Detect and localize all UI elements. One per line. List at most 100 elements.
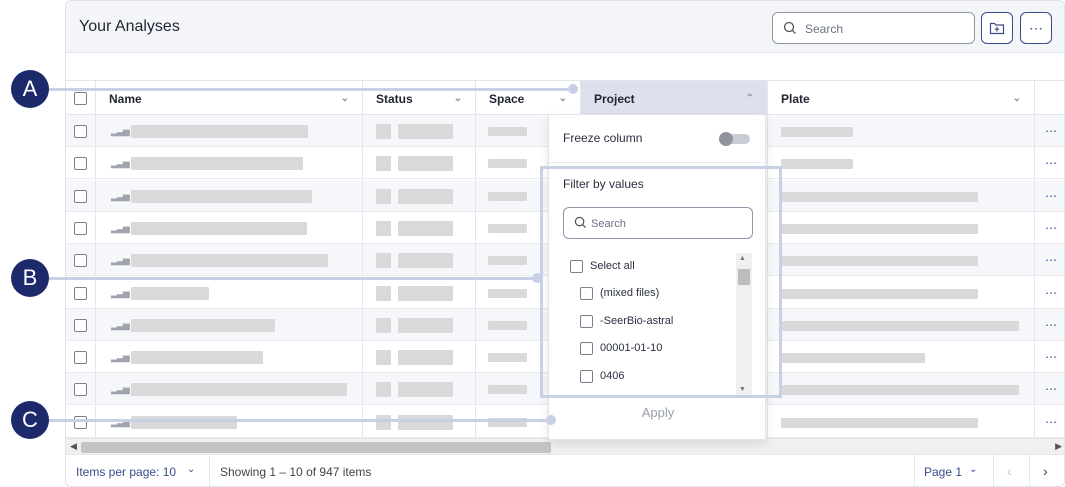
new-folder-button[interactable] — [981, 12, 1013, 44]
pagination-footer: Items per page: 10 ⌄ Showing 1 – 10 of 9… — [66, 454, 1064, 486]
callout-b-line — [48, 277, 538, 280]
plate-cell — [768, 179, 1035, 212]
signal-icon: ▂▃▅ — [111, 222, 130, 233]
row-menu-icon[interactable]: ⋯ — [1045, 415, 1058, 429]
name-placeholder — [131, 221, 307, 235]
page-select[interactable]: Page 1 — [924, 465, 962, 479]
horizontal-scrollbar[interactable]: ◀ ▶ — [66, 438, 1064, 454]
status-icon — [376, 317, 391, 333]
chevron-down-icon[interactable]: ⌄ — [187, 464, 195, 475]
signal-icon: ▂▃▅ — [111, 319, 130, 330]
status-cell — [363, 115, 476, 147]
row-select-cell — [66, 276, 96, 309]
signal-icon: ▂▃▅ — [111, 384, 130, 395]
column-header-name[interactable]: Name ⌄ — [96, 81, 363, 115]
row-checkbox[interactable] — [74, 383, 87, 397]
row-menu-icon[interactable]: ⋯ — [1045, 189, 1058, 203]
row-checkbox[interactable] — [74, 125, 87, 138]
next-page-icon[interactable]: › — [1043, 463, 1048, 479]
row-menu-icon[interactable]: ⋯ — [1045, 318, 1058, 332]
callout-badge-b: B — [11, 259, 49, 297]
search-input[interactable] — [805, 19, 965, 39]
callout-badge-a: A — [11, 70, 49, 108]
chevron-down-icon[interactable]: ⌄ — [454, 93, 462, 104]
column-header-plate[interactable]: Plate ⌄ — [768, 81, 1035, 115]
name-placeholder — [131, 351, 263, 365]
plate-placeholder — [781, 223, 978, 234]
chevron-down-icon[interactable]: ⌄ — [559, 93, 567, 104]
signal-icon: ▂▃▅ — [111, 255, 130, 266]
status-icon — [376, 414, 391, 430]
page-title: Your Analyses — [79, 18, 180, 35]
column-header-project[interactable]: Project ⌃ — [581, 81, 768, 115]
row-checkbox[interactable] — [74, 221, 87, 235]
plate-placeholder — [781, 191, 978, 202]
status-icon — [376, 220, 391, 236]
status-icon — [376, 188, 391, 204]
column-header-status[interactable]: Status ⌄ — [363, 81, 476, 115]
select-all-checkbox[interactable] — [74, 92, 87, 105]
callout-a-dot — [568, 84, 578, 94]
row-actions-cell: ⋯ — [1035, 309, 1064, 341]
space-placeholder — [488, 288, 527, 298]
prev-page-icon[interactable]: ‹ — [1007, 463, 1012, 479]
row-menu-icon[interactable]: ⋯ — [1045, 382, 1058, 396]
divider — [993, 455, 994, 486]
name-placeholder — [131, 383, 347, 397]
status-cell — [363, 211, 476, 244]
name-cell[interactable]: ▂▃▅ — [96, 373, 363, 406]
row-checkbox[interactable] — [74, 189, 87, 203]
row-menu-icon[interactable]: ⋯ — [1045, 253, 1058, 267]
horizontal-scrollbar-thumb[interactable] — [81, 442, 551, 453]
row-checkbox[interactable] — [74, 415, 87, 429]
row-menu-icon[interactable]: ⋯ — [1045, 221, 1058, 235]
status-icon — [376, 382, 391, 398]
name-cell[interactable]: ▂▃▅ — [96, 211, 363, 244]
name-cell[interactable]: ▂▃▅ — [96, 244, 363, 277]
column-header-space[interactable]: Space ⌄ — [476, 81, 581, 115]
scroll-right-icon[interactable]: ▶ — [1055, 441, 1062, 452]
table-header: Name ⌄ Status ⌄ Space ⌄ Project ⌃ Plate … — [66, 81, 1064, 115]
filter-highlight-frame — [540, 166, 782, 398]
panel-header: Your Analyses ⋯ — [66, 1, 1064, 53]
chevron-down-icon[interactable]: ⌄ — [341, 93, 349, 104]
row-checkbox[interactable] — [74, 157, 87, 171]
name-cell[interactable]: ▂▃▅ — [96, 179, 363, 212]
name-cell[interactable]: ▂▃▅ — [96, 341, 363, 374]
freeze-column-toggle[interactable] — [719, 132, 750, 146]
signal-icon: ▂▃▅ — [111, 287, 130, 298]
row-menu-icon[interactable]: ⋯ — [1045, 156, 1058, 170]
row-checkbox[interactable] — [74, 254, 87, 268]
apply-button[interactable]: Apply — [549, 405, 767, 420]
signal-icon: ▂▃▅ — [111, 352, 130, 363]
items-per-page-select[interactable]: Items per page: 10 — [76, 465, 176, 479]
name-cell[interactable]: ▂▃▅ — [96, 147, 363, 180]
space-placeholder — [488, 320, 527, 330]
signal-icon: ▂▃▅ — [111, 126, 130, 136]
status-placeholder — [398, 317, 453, 333]
chevron-down-icon[interactable]: ⌄ — [969, 464, 977, 475]
signal-icon: ▂▃▅ — [111, 158, 130, 169]
row-checkbox[interactable] — [74, 286, 87, 300]
name-cell[interactable]: ▂▃▅ — [96, 308, 363, 341]
scroll-left-icon[interactable]: ◀ — [70, 441, 77, 452]
space-placeholder — [488, 159, 527, 169]
row-checkbox[interactable] — [74, 318, 87, 332]
chevron-up-icon[interactable]: ⌃ — [746, 93, 754, 104]
space-placeholder — [488, 223, 527, 233]
chevron-down-icon[interactable]: ⌄ — [1013, 93, 1021, 104]
name-cell[interactable]: ▂▃▅ — [96, 276, 363, 309]
status-placeholder — [398, 382, 453, 398]
row-menu-icon[interactable]: ⋯ — [1045, 286, 1058, 300]
plate-placeholder — [781, 256, 978, 267]
status-icon — [376, 350, 391, 366]
plate-placeholder — [781, 288, 978, 299]
name-cell[interactable]: ▂▃▅ — [96, 115, 363, 147]
divider — [1029, 455, 1030, 486]
search-box[interactable] — [772, 12, 975, 44]
row-menu-icon[interactable]: ⋯ — [1045, 124, 1058, 138]
more-options-button[interactable]: ⋯ — [1020, 12, 1052, 44]
row-menu-icon[interactable]: ⋯ — [1045, 350, 1058, 364]
row-checkbox[interactable] — [74, 351, 87, 365]
row-actions-cell: ⋯ — [1035, 373, 1064, 405]
